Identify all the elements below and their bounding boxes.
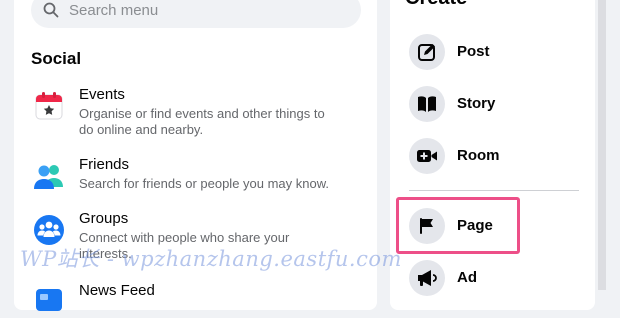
calendar-star-icon [31, 88, 67, 124]
friends-icon [31, 158, 67, 194]
menu-item-label: News Feed [79, 282, 155, 299]
search-icon [43, 2, 59, 18]
menu-item-label: Groups [79, 210, 129, 227]
create-divider [409, 190, 579, 191]
menu-item-events[interactable]: Events Organise or find events and other… [31, 86, 361, 142]
menu-item-description: Organise or find events and other things… [79, 106, 325, 137]
menu-item-label: Events [79, 86, 125, 103]
watermark-text: WP站长 - wpzhanzhang.eastfu.com [20, 247, 402, 271]
book-icon [409, 86, 445, 122]
news-feed-icon [31, 282, 67, 318]
video-plus-icon [409, 138, 445, 174]
search-input[interactable] [67, 0, 351, 20]
create-room-button[interactable]: Room [409, 138, 579, 176]
menu-item-news-feed[interactable]: News Feed [31, 282, 361, 311]
megaphone-icon [409, 260, 445, 296]
create-item-label: Room [457, 147, 500, 164]
create-item-label: Ad [457, 269, 477, 286]
section-title-social: Social [31, 49, 82, 68]
compose-icon [409, 34, 445, 70]
menu-item-friends[interactable]: Friends Search for friends or people you… [31, 156, 361, 196]
page-highlight-box [396, 197, 520, 254]
create-story-button[interactable]: Story [409, 86, 579, 124]
create-item-label: Post [457, 43, 490, 60]
create-item-label: Story [457, 95, 496, 112]
menu-item-label: Friends [79, 156, 130, 173]
create-title: Create [405, 0, 467, 10]
search-bar[interactable] [31, 0, 361, 28]
scrollbar[interactable] [598, 0, 606, 290]
menu-item-description: Search for friends or people you may kno… [79, 176, 330, 191]
create-ad-button[interactable]: Ad [409, 260, 579, 298]
create-post-button[interactable]: Post [409, 34, 579, 72]
